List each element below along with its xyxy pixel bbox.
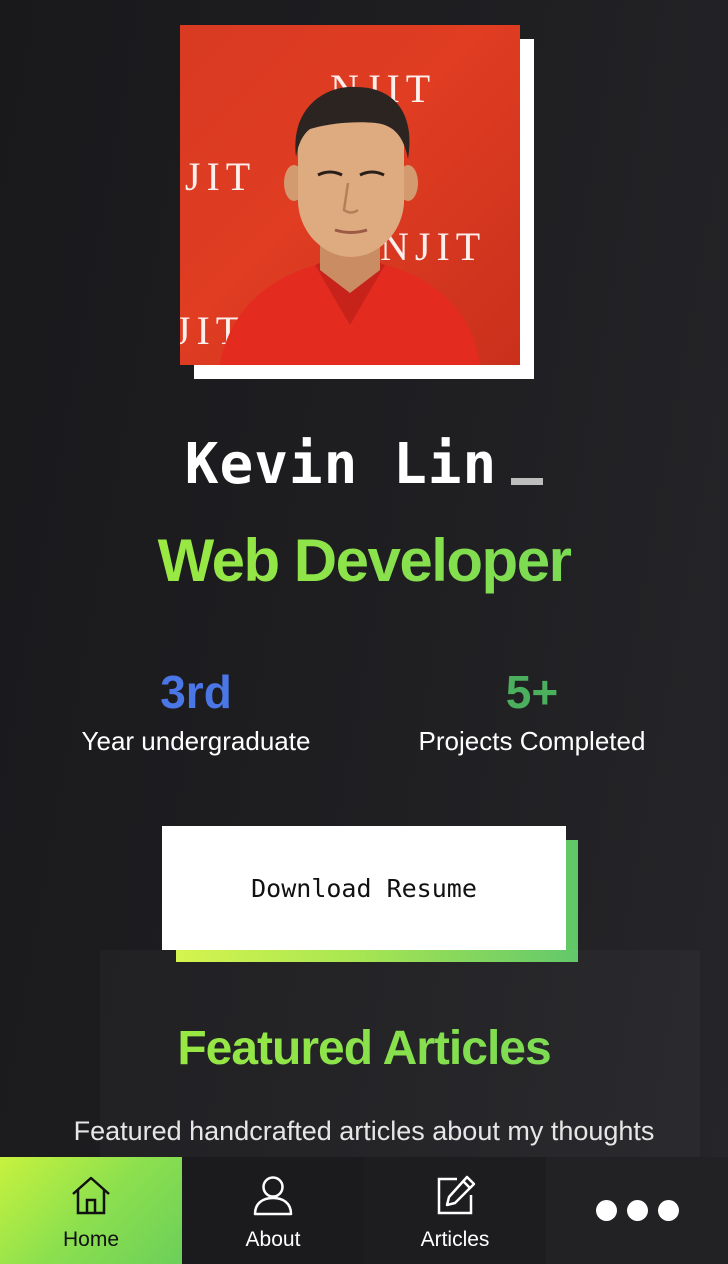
user-icon [253,1176,293,1216]
stat-year-label: Year undergraduate [81,726,311,756]
profile-photo: NJIT NJIT NJIT NJIT [180,25,520,365]
stat-year-value: 3rd [160,666,232,718]
more-icon [595,1200,617,1221]
resume-button-frame: Download Resume [162,826,580,964]
nav-item-articles[interactable]: Articles [364,1157,546,1264]
name-row: Kevin Lin [0,428,728,508]
nav-label-articles: Articles [420,1228,490,1251]
stat-projects: 5+ Projects Completed [350,664,714,758]
profile-name: Kevin Lin [184,432,498,497]
profile-photo-frame: NJIT NJIT NJIT NJIT [180,25,534,379]
featured-articles-subtitle: Featured handcrafted articles about my t… [73,1116,655,1146]
stat-projects-label: Projects Completed [418,726,646,756]
person-photo-illustration [220,86,480,365]
nav-item-home[interactable]: Home [0,1157,182,1264]
stat-year: 3rd Year undergraduate [14,664,378,758]
featured-articles-title: Featured Articles [0,1018,728,1080]
nav-item-about[interactable]: About [182,1157,364,1264]
bottom-nav: Home About Articles [0,1157,728,1264]
edit-icon [437,1175,476,1215]
nav-label-home: Home [62,1228,120,1251]
stat-projects-value: 5+ [505,666,559,718]
more-button[interactable] [546,1157,728,1264]
home-icon [72,1176,110,1215]
nav-label-about: About [245,1228,301,1251]
download-resume-button[interactable]: Download Resume [162,826,566,950]
profile-role: Web Developer [0,525,728,597]
portfolio-page: NJIT NJIT NJIT NJIT [0,0,728,1264]
typing-cursor [511,478,544,485]
